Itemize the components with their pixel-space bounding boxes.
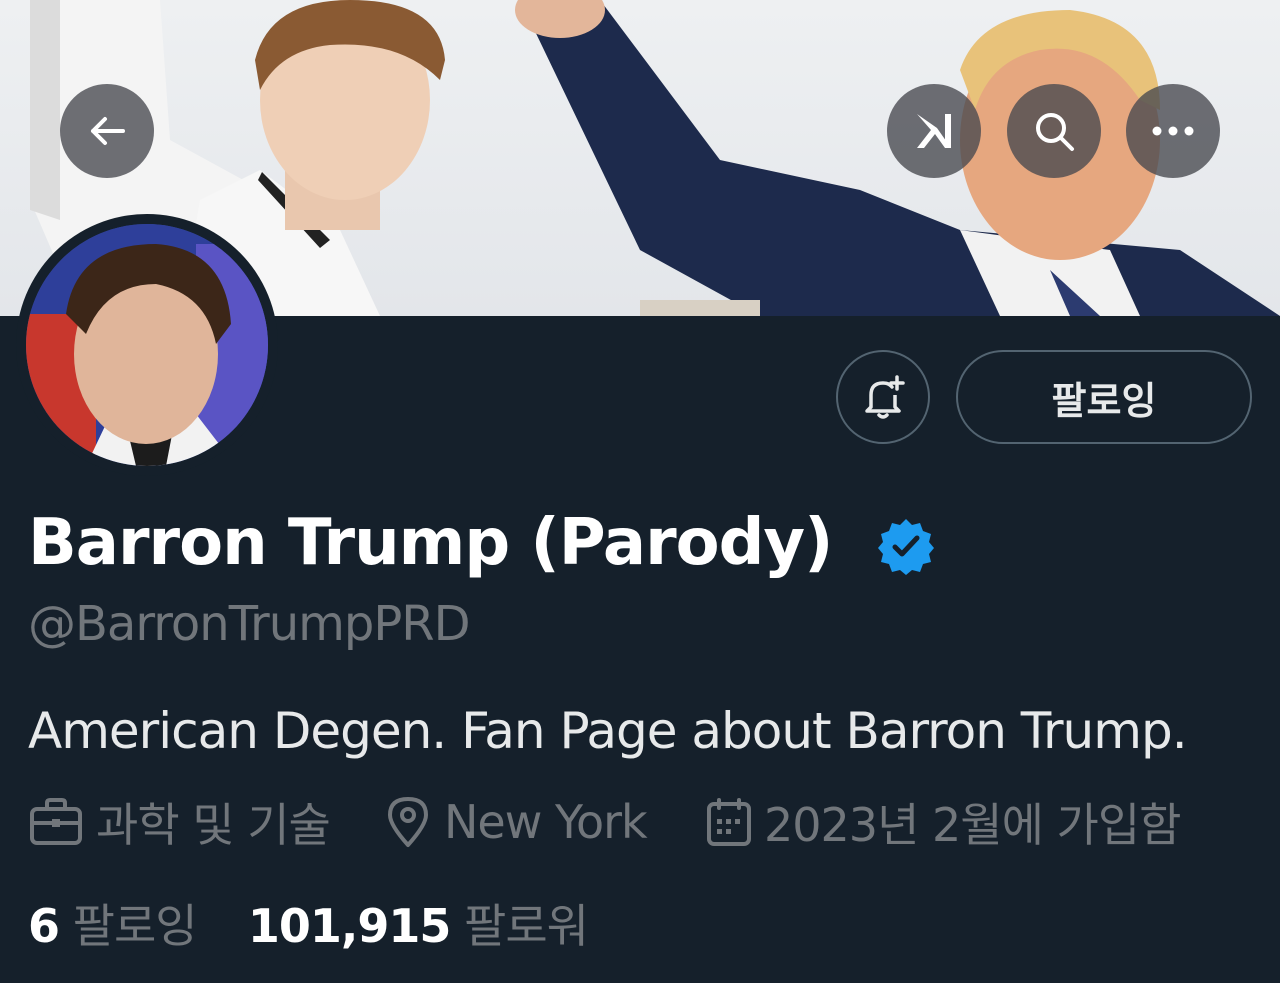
notifications-button[interactable] [836,350,930,444]
profile-stats: 6 팔로잉 101,915 팔로워 [28,890,589,956]
more-horizontal-icon [1152,126,1194,136]
profile-location: New York [384,792,648,852]
avatar-image [26,224,268,466]
location-pin-icon [388,797,428,847]
following-count: 6 [28,899,60,953]
following-button-label: 팔로잉 [1051,378,1157,423]
user-handle: @BarronTrumpPRD [28,596,471,652]
search-icon [1036,113,1074,151]
grok-button[interactable] [887,84,981,178]
calendar-icon [707,798,751,846]
followers-link[interactable]: 101,915 팔로워 [247,899,589,953]
briefcase-icon [30,798,82,845]
followers-label: 팔로워 [464,899,589,953]
avatar[interactable] [26,224,268,466]
profile-bio: American Degen. Fan Page about Barron Tr… [28,702,1188,760]
profile-category: 과학 및 기술 [28,792,331,852]
following-link[interactable]: 6 팔로잉 [28,899,210,953]
profile-joined: 2023년 2월에 가입함 [706,792,1181,852]
followers-count: 101,915 [247,899,452,953]
following-button[interactable]: 팔로잉 [956,350,1252,444]
more-button[interactable] [1126,84,1220,178]
arrow-left-icon [91,117,125,145]
grok-icon [917,114,951,148]
joined-text: 2023년 2월에 가입함 [764,798,1181,852]
location-text: New York [444,795,648,849]
back-button[interactable] [60,84,154,178]
following-label: 팔로잉 [72,899,198,953]
category-text: 과학 및 기술 [96,798,331,852]
verified-badge-icon [878,519,934,575]
display-name: Barron Trump (Parody) [28,506,833,580]
search-button[interactable] [1007,84,1101,178]
bell-plus-icon [865,375,905,419]
